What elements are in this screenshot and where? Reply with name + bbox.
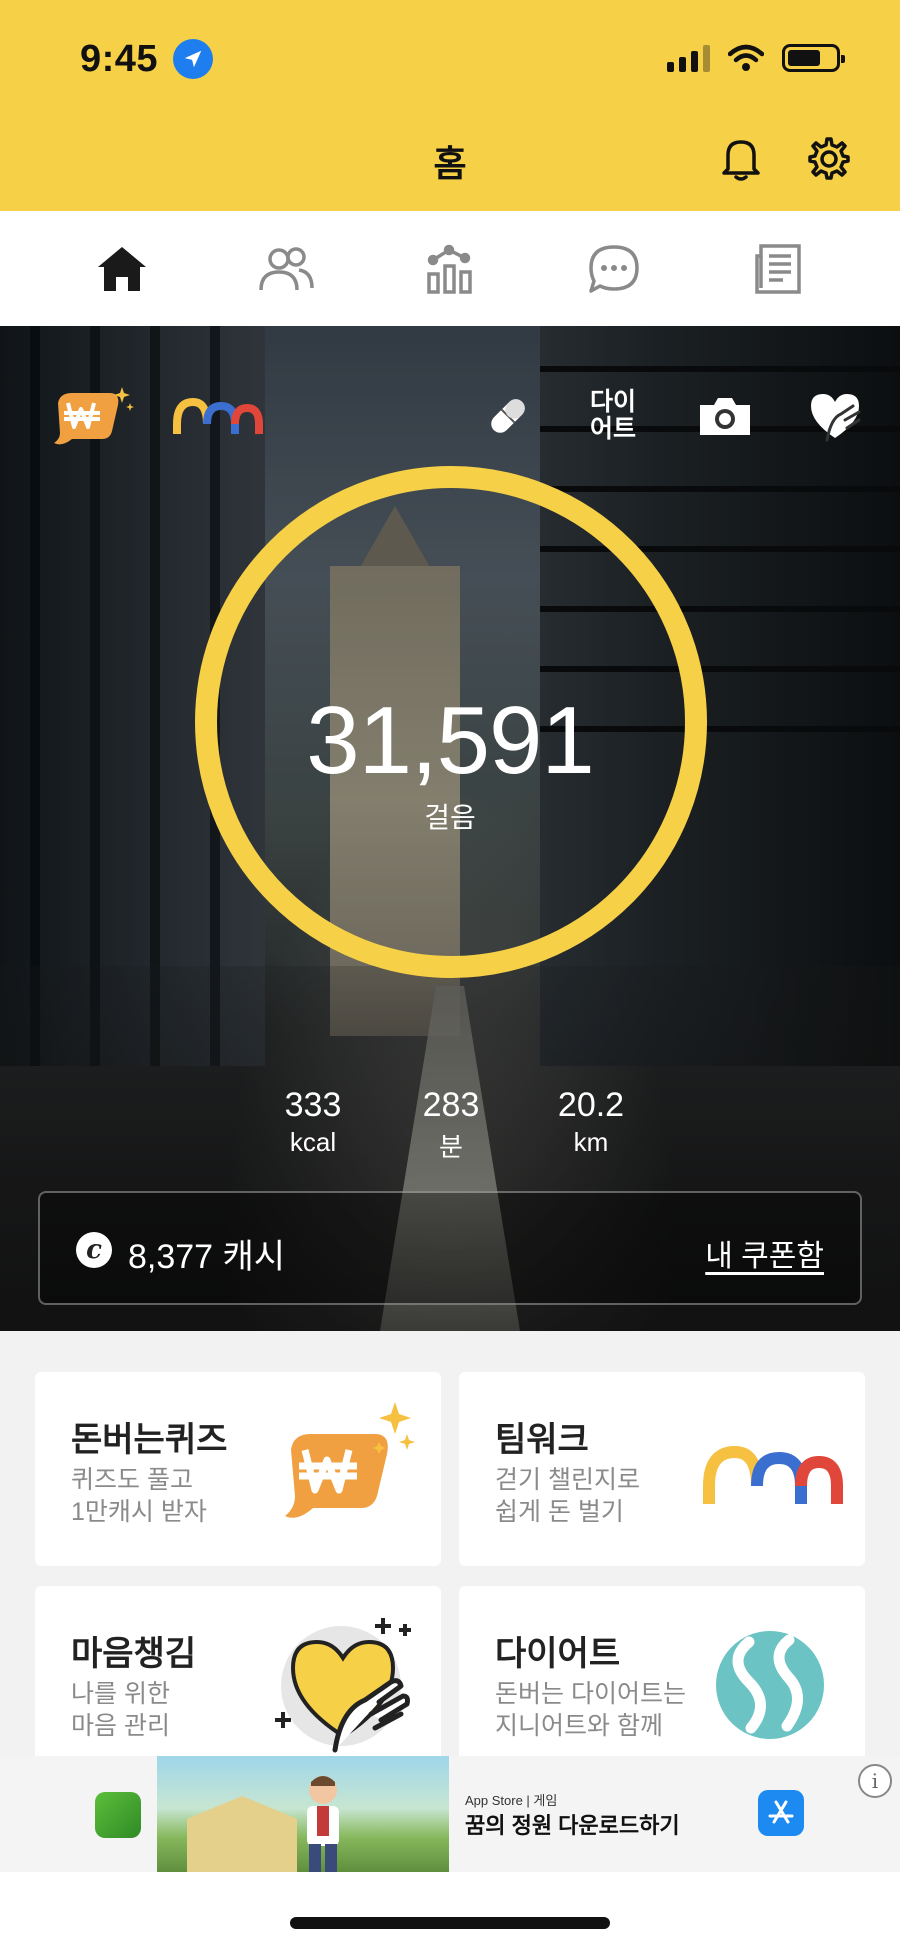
ad-info-icon[interactable]: i (858, 1764, 892, 1798)
ad-banner[interactable]: App Store | 게임 꿈의 정원 다운로드하기 i (0, 1756, 900, 1872)
card-subtitle: 나를 위한 마음 관리 (71, 1680, 170, 1740)
game-app-icon (95, 1792, 141, 1838)
ad-store-label: App Store | 게임 (465, 1793, 558, 1808)
home-icon (98, 246, 146, 291)
steps-unit: 걸음 (424, 802, 476, 833)
teamwork-logo-icon (173, 397, 263, 434)
card-mindcare[interactable]: 마음챙김 나를 위한 마음 관리 (35, 1586, 441, 1780)
status-icons (667, 44, 845, 72)
won-quiz-icon (54, 387, 134, 445)
location-arrow-icon (173, 39, 213, 79)
steps-hero: 다이 어트 31,591 걸음 333 kcal 283 분 20.2 km c… (0, 326, 900, 1331)
chart-icon (427, 244, 472, 294)
heart-hand-icon (811, 394, 861, 442)
camera-shortcut[interactable] (692, 381, 758, 451)
card-money-quiz[interactable]: 돈버는퀴즈 퀴즈도 풀고 1만캐시 받자 (35, 1372, 441, 1566)
diet-label-line1: 다이 (589, 388, 636, 416)
tab-friends[interactable] (251, 234, 321, 304)
wifi-icon (728, 44, 764, 71)
status-time: 9:45 (80, 38, 159, 80)
tab-chat[interactable] (579, 234, 649, 304)
chat-icon (589, 244, 639, 293)
diet-label-line2: 어트 (589, 415, 636, 443)
tab-news[interactable] (743, 234, 813, 304)
heart-hand-icon (275, 1618, 411, 1753)
top-tab-bar (0, 211, 900, 326)
newspaper-icon (755, 243, 801, 294)
card-subtitle: 걷기 챌린지로 쉽게 돈 벌기 (495, 1466, 640, 1526)
card-subtitle: 돈버는 다이어트는 지니어트와 함께 (495, 1680, 686, 1740)
steps-count: 31,591 (306, 687, 595, 794)
card-subtitle: 퀴즈도 풀고 1만캐시 받자 (71, 1466, 207, 1526)
cash-coin-icon: c (76, 1232, 112, 1268)
bell-icon[interactable] (716, 133, 766, 183)
teamwork-logo-icon (703, 1445, 843, 1504)
card-diet[interactable]: 다이어트 돈버는 다이어트는 지니어트와 함께 (459, 1586, 865, 1780)
calories-stat: 333 kcal (284, 1086, 342, 1157)
battery-icon (782, 44, 845, 72)
cash-amount: 8,377 캐시 (128, 1238, 286, 1276)
pill-icon (491, 399, 525, 433)
won-quiz-icon (285, 1402, 415, 1518)
hero-shortcut-row: 다이 어트 (0, 381, 900, 451)
card-teamwork[interactable]: 팀워크 걷기 챌린지로 쉽게 돈 벌기 (459, 1372, 865, 1566)
cash-balance-box[interactable]: c 8,377 캐시 내 쿠폰함 (38, 1191, 862, 1305)
card-title: 돈버는퀴즈 (71, 1421, 228, 1459)
card-title: 팀워크 (495, 1421, 589, 1459)
minutes-stat: 283 분 (422, 1086, 480, 1162)
ad-title: 꿈의 정원 다운로드하기 (465, 1813, 680, 1838)
card-title: 다이어트 (495, 1635, 621, 1673)
app-store-icon[interactable] (758, 1790, 804, 1836)
people-icon (259, 246, 314, 290)
distance-stat: 20.2 km (557, 1086, 625, 1157)
camera-icon (700, 398, 750, 435)
tab-stats[interactable] (415, 234, 485, 304)
quiz-shortcut[interactable] (48, 381, 140, 451)
pill-shortcut[interactable] (478, 381, 538, 451)
mindcare-shortcut[interactable] (800, 381, 870, 451)
teamwork-shortcut[interactable] (172, 381, 264, 451)
cellular-signal-icon (667, 44, 710, 72)
tab-home[interactable] (87, 234, 157, 304)
my-coupons-link[interactable]: 내 쿠폰함 (705, 1231, 824, 1275)
ginieat-logo-icon (716, 1631, 824, 1739)
ad-image (157, 1756, 449, 1872)
diet-shortcut[interactable]: 다이 어트 (580, 381, 646, 451)
card-title: 마음챙김 (71, 1635, 197, 1673)
gear-icon[interactable] (804, 135, 850, 181)
home-indicator[interactable] (290, 1917, 610, 1929)
